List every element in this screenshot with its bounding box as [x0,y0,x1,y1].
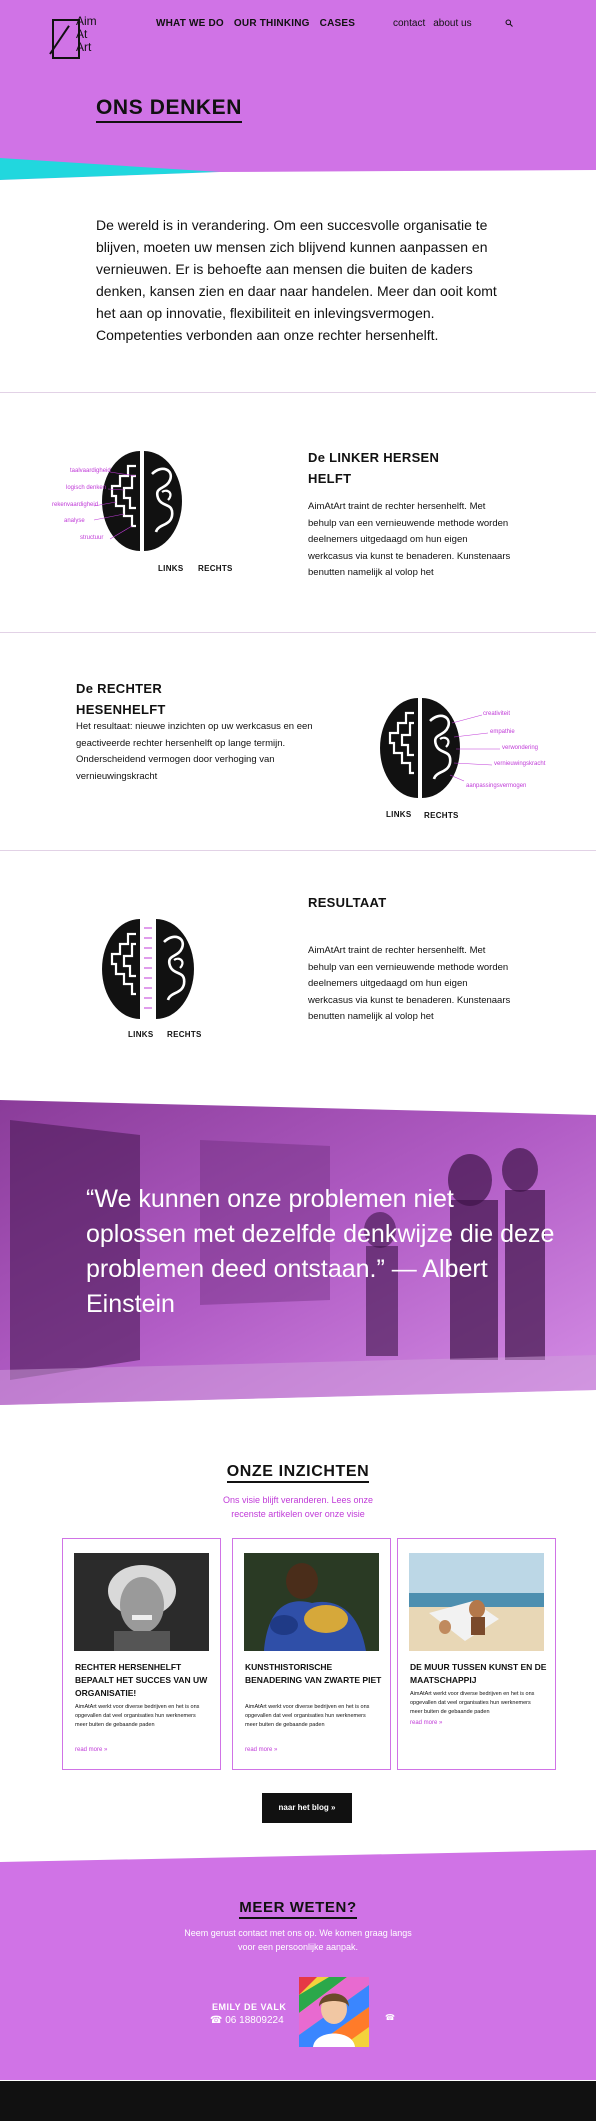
nav-cases[interactable]: CASES [320,18,355,29]
insights-title: ONZE INZICHTEN [0,1463,596,1483]
phone-icon[interactable]: ☎ [385,2013,395,2022]
article-excerpt: AimAtArt werkt voor diverse bedrijven en… [75,1704,200,1728]
section-title-left-brain: De LINKER HERSEN HELFT [308,450,440,486]
section-title-right-brain: De RECHTER HESENHELFT [76,681,166,717]
bottom-bar [0,2081,596,2121]
brain-label-right: RECHTS [167,1030,202,1039]
section-title-result: RESULTAAT [308,895,387,910]
contact-name: EMILY DE VALK [212,2002,287,2012]
page-title: ONS DENKEN [96,96,243,123]
brain-label: taalvaardigheid [70,468,111,474]
search-icon[interactable] [505,19,513,27]
article-title[interactable]: RECHTER HERSENHELFT BEPAALT HET SUCCES V… [75,1661,213,1700]
brain-label-left: LINKS [158,564,184,573]
footer-subtitle: Neem gerust contact met ons op. We komen… [184,1928,412,1952]
brain-label-left: LINKS [128,1030,154,1039]
logo[interactable]: Aim At Art [49,15,102,59]
insights-subtitle: Ons visie blijft veranderen. Lees onze r… [222,1495,374,1519]
brain-label: creativiteit [483,711,511,717]
article-excerpt: AimAtArt werkt voor diverse bedrijven en… [410,1691,535,1715]
nav-about-us[interactable]: about us [433,18,471,29]
read-more-link[interactable]: read more » [75,1747,107,1753]
brain-label: aanpassingsvermogen [466,783,527,789]
article-title[interactable]: DE MUUR TUSSEN KUNST EN DE MAATSCHAPPIJ [410,1661,548,1687]
article-excerpt: AimAtArt werkt voor diverse bedrijven en… [245,1704,370,1728]
divider [0,392,596,393]
article-image[interactable] [244,1553,379,1651]
brain-label: structuur [80,535,104,541]
insights-title-text: ONZE INZICHTEN [226,1463,370,1483]
section-text-left-brain: AimAtArt traint de rechter hersenhelft. … [308,501,511,578]
footer-title-text: MEER WETEN? [239,1899,357,1919]
brain-label: empathie [490,729,515,735]
contact-phone[interactable]: ☎ 06 18809224 [210,2015,284,2026]
article-card[interactable]: RECHTER HERSENHELFT BEPAALT HET SUCCES V… [62,1538,221,1770]
quote-text: “We kunnen onze problemen niet oplossen … [86,1185,555,1318]
brain-diagram-left [93,451,182,551]
read-more-link[interactable]: read more » [410,1720,442,1726]
brain-label: analyse [64,518,85,524]
article-title[interactable]: KUNSTHISTORISCHE BENADERING VAN ZWARTE P… [245,1661,383,1687]
nav-contact[interactable]: contact [393,18,425,29]
nav-what-we-do[interactable]: WHAT WE DO [156,18,224,29]
brain-label-right: RECHTS [424,811,459,820]
brain-label: vernieuwingskracht [494,761,546,767]
main-nav: WHAT WE DO OUR THINKING CASES [156,18,355,29]
brain-label-right: RECHTS [198,564,233,573]
logo-word-3: Art [76,40,92,54]
section-text-result: AimAtArt traint de rechter hersenhelft. … [308,945,511,1022]
read-more-link[interactable]: read more » [245,1747,277,1753]
brain-label: verwondering [502,745,539,751]
brain-label: rekenvaardigheid [52,502,99,508]
divider [0,850,596,851]
brain-diagram-result [102,919,194,1019]
nav-our-thinking[interactable]: OUR THINKING [234,18,310,29]
section-text-right-brain: Het resultaat: nieuwe inzichten op uw we… [76,721,313,782]
brain-label-left: LINKS [386,810,412,819]
article-image[interactable] [74,1553,209,1651]
blog-button[interactable]: naar het blog » [262,1793,352,1823]
secondary-nav: contact about us [393,18,472,29]
hero-banner: Aim At Art WHAT WE DO OUR THINKING CASES… [0,0,596,240]
article-card[interactable]: DE MUUR TUSSEN KUNST EN DE MAATSCHAPPIJ … [397,1538,556,1770]
logo-text: Aim At Art [76,15,106,54]
footer-title: MEER WETEN? [0,1899,596,1919]
article-card[interactable]: KUNSTHISTORISCHE BENADERING VAN ZWARTE P… [232,1538,391,1770]
intro-text: De wereld is in verandering. Om een succ… [96,217,497,343]
article-image[interactable] [409,1553,544,1651]
brain-label: logisch denken [66,485,107,491]
divider [0,632,596,633]
footer-background [0,1850,596,2080]
avatar [299,1977,369,2047]
